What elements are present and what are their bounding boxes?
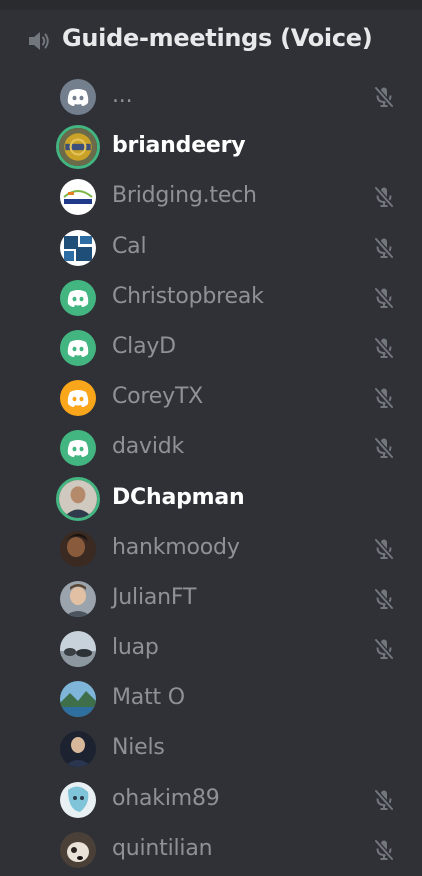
voice-user-row[interactable]: CoreyTX [0,374,422,424]
muted-microphone-icon [372,236,396,260]
username: quintilian [112,835,213,861]
voice-user-row[interactable]: davidk [0,424,422,474]
voice-user-row[interactable]: Cal [0,224,422,274]
username: Christopbreak [112,283,264,309]
muted-microphone-icon [372,788,396,812]
username: ohakim89 [112,785,220,811]
user-avatar [60,580,96,617]
user-avatar [60,781,96,818]
voice-user-row[interactable]: quintilian [0,826,422,876]
muted-microphone-icon [372,185,396,209]
voice-user-row[interactable]: Matt O [0,675,422,725]
username: ... [112,83,133,108]
voice-user-row[interactable]: luap [0,625,422,675]
voice-user-row[interactable]: Christopbreak [0,274,422,324]
channel-name: Guide-meetings (Voice) [62,24,373,52]
user-avatar [60,681,96,718]
user-avatar [60,631,96,668]
muted-microphone-icon [372,436,396,460]
voice-user-row[interactable]: Bridging.tech [0,173,422,223]
username: Matt O [112,685,185,711]
user-avatar [60,831,96,868]
voice-user-row[interactable]: ohakim89 [0,776,422,826]
muted-microphone-icon [372,85,396,109]
user-avatar [60,430,96,467]
username: Cal [112,233,147,259]
top-bar [0,0,422,10]
user-avatar [60,329,96,366]
user-avatar [60,79,96,115]
user-avatar [60,530,96,567]
muted-microphone-icon [372,838,396,862]
voice-user-row[interactable]: briandeery [0,123,422,173]
username: hankmoody [112,534,240,560]
user-avatar [60,229,96,266]
user-avatar [56,476,100,521]
username: Bridging.tech [112,183,257,209]
voice-user-row[interactable]: JulianFT [0,575,422,625]
voice-user-row[interactable]: hankmoody [0,525,422,575]
voice-user-row[interactable]: ... [0,73,422,123]
username: luap [112,635,159,661]
user-avatar [60,731,96,768]
user-avatar [56,125,100,170]
voice-user-list: ... briandeery Bridging.tech Cal Christop… [0,73,422,876]
muted-microphone-icon [372,637,396,661]
user-avatar [60,279,96,316]
username: JulianFT [112,584,197,610]
speaker-icon [29,32,49,50]
username: briandeery [112,133,246,159]
voice-user-row[interactable]: DChapman [0,475,422,525]
muted-microphone-icon [372,386,396,410]
username: CoreyTX [112,384,204,410]
muted-microphone-icon [372,587,396,611]
user-avatar [60,179,96,216]
username: ClayD [112,333,176,359]
username: Niels [112,735,165,761]
username: DChapman [112,484,245,510]
username: davidk [112,434,185,460]
muted-microphone-icon [372,336,396,360]
voice-channel-header[interactable]: Guide-meetings (Voice) [0,10,422,74]
voice-user-row[interactable]: Niels [0,725,422,775]
muted-microphone-icon [372,537,396,561]
user-avatar [60,380,96,417]
voice-user-row[interactable]: ClayD [0,324,422,374]
muted-microphone-icon [372,286,396,310]
